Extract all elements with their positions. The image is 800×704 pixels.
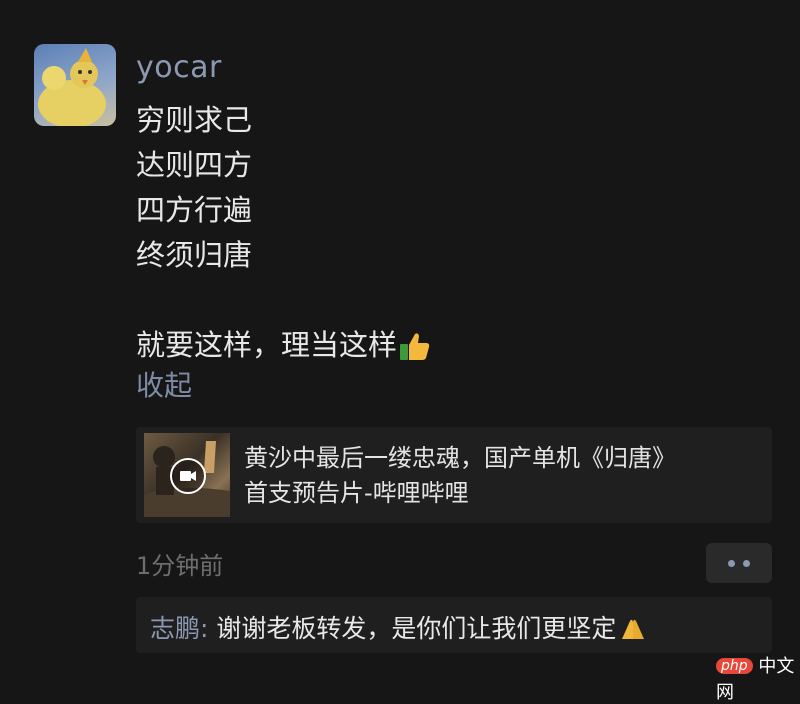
post-body: 穷则求己 达则四方 四方行遍 终须归唐 就要这样，理当这样: [136, 98, 431, 368]
more-actions-button[interactable]: [706, 543, 772, 583]
comment-separator: :: [200, 614, 217, 643]
thumbs-up-emoji: [399, 329, 431, 374]
more-dots-icon: [728, 560, 735, 567]
post-line: 就要这样，理当这样: [136, 328, 398, 362]
username[interactable]: yocar: [136, 50, 222, 85]
timestamp: 1分钟前: [136, 552, 224, 580]
post-line-blank: [136, 278, 431, 323]
comment-section: 志鹏: 谢谢老板转发，是你们让我们更坚定: [136, 597, 772, 653]
avatar[interactable]: [34, 44, 116, 126]
link-card-title-line: 首支预告片-哔哩哔哩: [244, 479, 469, 507]
comment-author[interactable]: 志鹏: [150, 614, 200, 643]
post-line: 达则四方: [136, 148, 253, 182]
shared-link-card[interactable]: 黄沙中最后一缕忠魂，国产单机《归唐》 首支预告片-哔哩哔哩: [136, 427, 772, 523]
link-card-title-line: 黄沙中最后一缕忠魂，国产单机《归唐》: [244, 444, 676, 472]
comment: 志鹏: 谢谢老板转发，是你们让我们更坚定: [150, 609, 648, 647]
video-thumbnail: [144, 433, 230, 517]
praying-hands-emoji: [618, 615, 648, 647]
comment-text: 谢谢老板转发，是你们让我们更坚定: [216, 614, 617, 643]
post-line-last: 就要这样，理当这样: [136, 323, 431, 368]
post-line: 穷则求己: [136, 103, 253, 137]
more-dots-icon: [743, 560, 750, 567]
watermark-logo: php: [716, 658, 753, 674]
link-card-title: 黄沙中最后一缕忠魂，国产单机《归唐》 首支预告片-哔哩哔哩: [244, 441, 764, 511]
collapse-link[interactable]: 收起: [136, 364, 192, 404]
watermark: php 中文网: [716, 652, 800, 703]
post-line: 四方行遍: [136, 193, 253, 227]
video-play-icon: [170, 458, 206, 494]
post-line: 终须归唐: [136, 238, 253, 272]
